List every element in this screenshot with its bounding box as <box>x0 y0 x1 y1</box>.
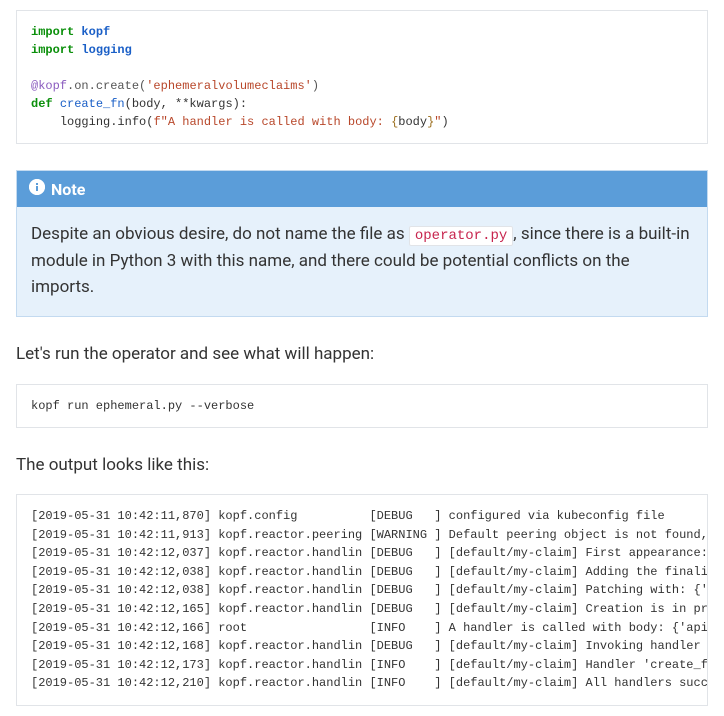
code-block-log: [2019-05-31 10:42:11,870] kopf.config [D… <box>16 494 708 706</box>
decorator-at: @kopf <box>31 79 67 93</box>
note-text-a: Despite an obvious desire, do not name t… <box>31 224 409 244</box>
keyword-def: def <box>31 97 53 111</box>
code-block-shell: kopf run ephemeral.py --verbose <box>16 384 708 428</box>
indent <box>31 115 60 129</box>
function-name: create_fn <box>60 97 125 111</box>
paragraph-run: Let's run the operator and see what will… <box>16 341 708 367</box>
note-title-bar: Note <box>17 171 707 207</box>
fstring-text: f"A handler is called with body: <box>153 115 391 129</box>
code-block-python: import kopf import logging @kopf.on.crea… <box>16 10 708 144</box>
keyword-import: import <box>31 43 74 57</box>
string-close: " <box>434 115 441 129</box>
note-title-text: Note <box>51 180 85 199</box>
module-kopf: kopf <box>81 25 110 39</box>
keyword-import: import <box>31 25 74 39</box>
call-logging-info: logging.info( <box>60 115 154 129</box>
paren-close: ) <box>312 79 319 93</box>
info-icon <box>29 179 45 199</box>
decorator-dotpath: .on.create( <box>67 79 146 93</box>
page: import kopf import logging @kopf.on.crea… <box>0 0 724 716</box>
string-literal: 'ephemeralvolumeclaims' <box>146 79 312 93</box>
inline-code-operator-py: operator.py <box>409 226 513 246</box>
function-signature: (body, **kwargs): <box>125 97 247 111</box>
fstring-var: body <box>398 115 427 129</box>
paren-close: ) <box>442 115 449 129</box>
note-body: Despite an obvious desire, do not name t… <box>17 207 707 316</box>
shell-command: kopf run ephemeral.py --verbose <box>31 399 254 413</box>
note-admonition: Note Despite an obvious desire, do not n… <box>16 170 708 317</box>
module-logging: logging <box>81 43 131 57</box>
paragraph-output: The output looks like this: <box>16 452 708 478</box>
